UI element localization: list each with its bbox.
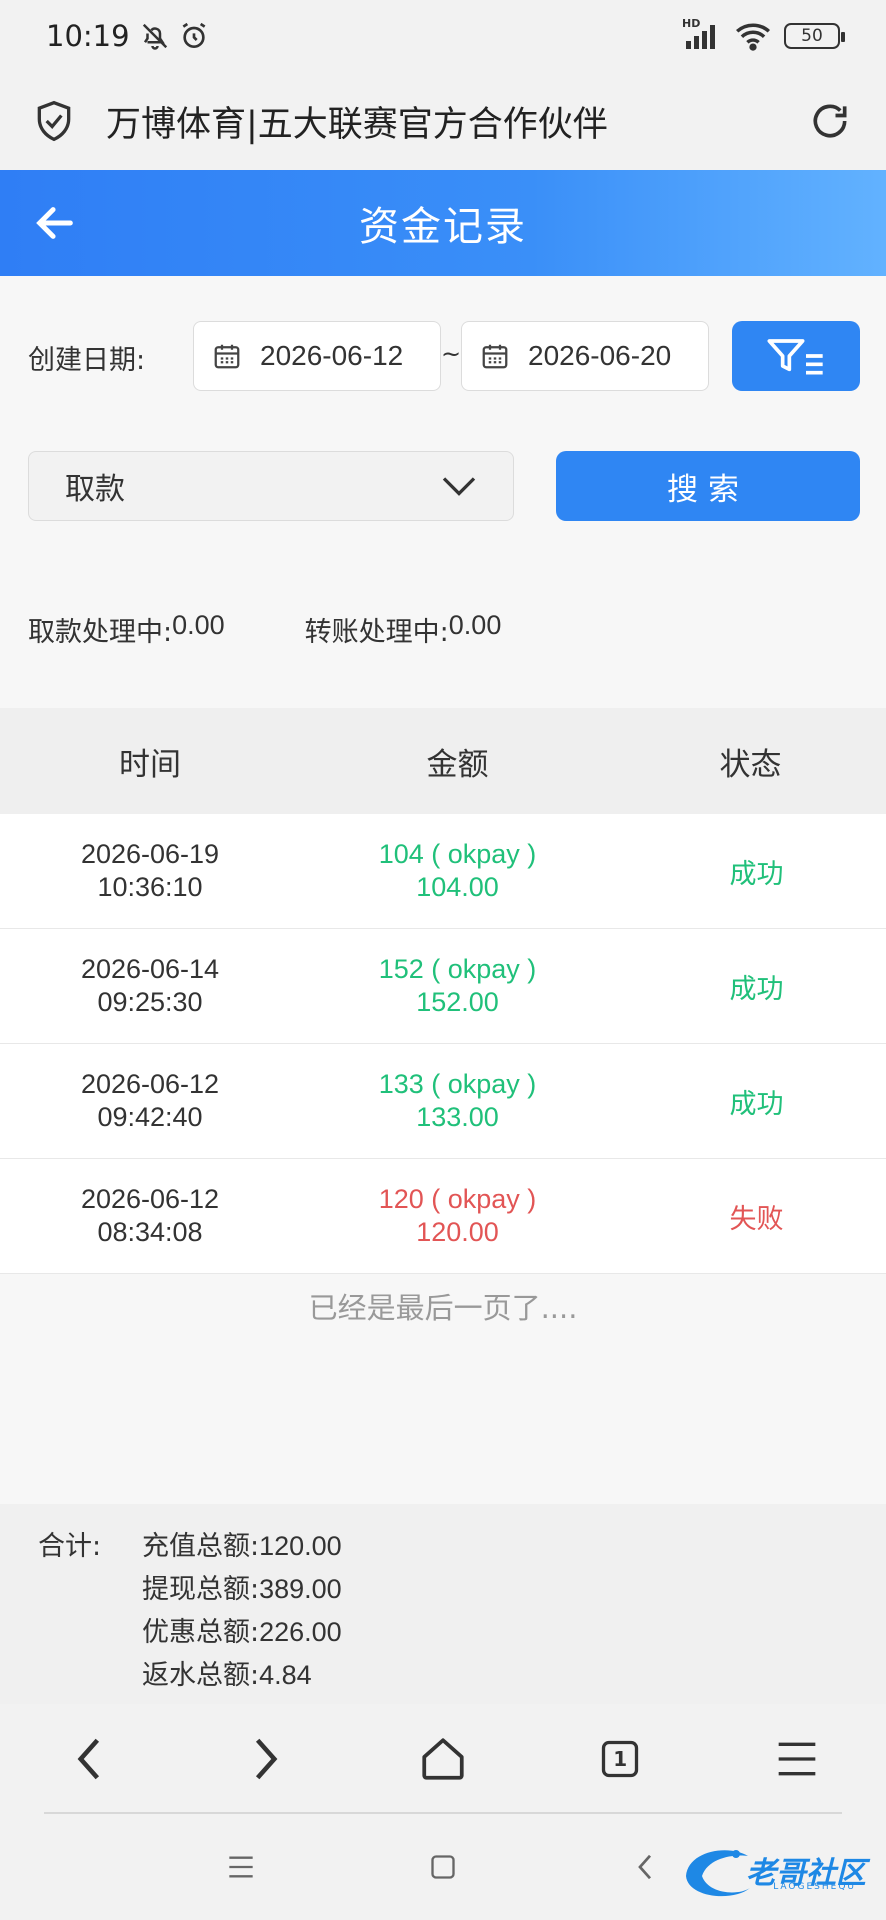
withdraw-total-label: 提现总额: <box>142 1574 260 1605</box>
row-date: 2026-06-19 <box>80 839 220 869</box>
table-row[interactable]: 2026-06-19 10:36:10 104 ( okpay ) 104.00… <box>0 814 886 929</box>
row-amount-channel: 120 ( okpay ) <box>378 1184 537 1214</box>
home-icon <box>422 1738 464 1780</box>
battery-indicator: 50 <box>784 23 845 49</box>
row-status: 成功 <box>729 858 784 890</box>
app-header: 资金记录 <box>0 170 886 276</box>
start-date-input[interactable]: 2026-06-12 <box>193 321 441 391</box>
end-date-input[interactable]: 2026-06-20 <box>461 321 709 391</box>
row-time: 09:42:40 <box>97 1102 203 1132</box>
search-button[interactable]: 搜索 <box>556 451 860 521</box>
table-header: 时间 金额 状态 <box>0 708 886 814</box>
bell-off-icon <box>142 23 167 50</box>
records-table: 时间 金额 状态 2026-06-19 10:36:10 104 ( okpay… <box>0 708 886 1338</box>
row-date: 2026-06-12 <box>80 1184 220 1214</box>
start-date-value: 2026-06-12 <box>260 340 404 371</box>
row-amount-value: 120.00 <box>416 1217 499 1247</box>
menu-icon <box>779 1742 816 1776</box>
end-of-list-message: 已经是最后一页了.... <box>0 1274 886 1338</box>
rebate-total-value: 4.84 <box>259 1660 312 1690</box>
chevron-right-icon <box>255 1738 278 1780</box>
end-date-value: 2026-06-20 <box>528 340 672 371</box>
page-url-title[interactable]: 万博体育|五大联赛官方合作伙伴 <box>106 96 806 147</box>
page-title: 资金记录 <box>359 204 527 250</box>
shield-check-icon[interactable] <box>32 99 76 143</box>
browser-address-bar: 万博体育|五大联赛官方合作伙伴 <box>0 72 886 170</box>
row-time: 08:34:08 <box>97 1217 203 1247</box>
status-time: 10:19 <box>46 19 130 53</box>
row-status: 失败 <box>729 1203 784 1235</box>
signal-icon: HD <box>682 17 722 51</box>
date-label: 创建日期: <box>28 345 146 376</box>
square-icon <box>431 1855 455 1879</box>
system-recent-button[interactable] <box>201 1827 281 1907</box>
status-bar: 10:19 HD 50 <box>0 0 886 72</box>
pending-withdraw-label: 取款处理中: <box>28 617 173 648</box>
pending-transfer-label: 转账处理中: <box>304 617 449 648</box>
column-header-amount: 金额 <box>426 746 489 783</box>
column-header-time: 时间 <box>119 746 181 783</box>
row-amount-value: 104.00 <box>416 872 499 902</box>
column-header-status: 状态 <box>719 746 782 783</box>
row-amount-channel: 133 ( okpay ) <box>378 1069 537 1099</box>
table-row[interactable]: 2026-06-12 08:34:08 120 ( okpay ) 120.00… <box>0 1159 886 1274</box>
filter-panel: 创建日期: 2026-06-12 ~ 2026-06-20 取款 搜索 取款处理… <box>0 276 886 708</box>
row-date: 2026-06-14 <box>80 954 220 984</box>
browser-tabs-button[interactable]: 1 <box>580 1719 660 1799</box>
tab-count: 1 <box>613 1747 628 1771</box>
calendar-icon <box>214 344 240 369</box>
recent-apps-icon <box>229 1856 253 1878</box>
reload-icon <box>813 104 847 138</box>
wifi-icon <box>736 23 770 51</box>
type-select-value: 取款 <box>65 472 125 507</box>
pending-withdraw-value: 0.00 <box>172 610 225 640</box>
reload-button[interactable] <box>806 97 854 145</box>
totals-label: 合计: <box>38 1531 102 1562</box>
discount-total-label: 优惠总额: <box>142 1617 260 1648</box>
date-separator: ~ <box>441 340 462 368</box>
watermark-subtext: LAOGESHEQU <box>773 1882 856 1892</box>
alarm-icon <box>182 22 205 48</box>
row-amount-channel: 104 ( okpay ) <box>378 839 537 869</box>
browser-forward-button[interactable] <box>226 1719 306 1799</box>
chevron-down-icon <box>442 477 476 496</box>
row-amount-value: 133.00 <box>416 1102 499 1132</box>
chevron-left-icon <box>638 1854 652 1880</box>
browser-bottom-nav: 1 <box>0 1704 886 1814</box>
pending-transfer-value: 0.00 <box>448 610 502 640</box>
row-amount-channel: 152 ( okpay ) <box>378 954 537 984</box>
pending-summary: 取款处理中: 0.00 转账处理中: 0.00 <box>28 610 501 649</box>
type-select[interactable]: 取款 <box>28 451 514 521</box>
browser-home-button[interactable] <box>403 1719 483 1799</box>
discount-total-value: 226.00 <box>259 1617 342 1647</box>
recharge-total-value: 120.00 <box>259 1531 342 1561</box>
row-amount-value: 152.00 <box>416 987 499 1017</box>
browser-menu-button[interactable] <box>757 1719 837 1799</box>
row-status: 成功 <box>729 1088 784 1120</box>
chevron-left-icon <box>77 1738 99 1780</box>
row-time: 09:25:30 <box>97 987 203 1017</box>
row-date: 2026-06-12 <box>80 1069 220 1099</box>
row-time: 10:36:10 <box>97 872 203 902</box>
back-button[interactable] <box>28 196 82 250</box>
rebate-total-label: 返水总额: <box>142 1660 260 1691</box>
system-home-button[interactable] <box>403 1827 483 1907</box>
network-type: HD <box>682 17 701 30</box>
filter-button[interactable] <box>732 321 860 391</box>
calendar-icon <box>482 344 508 369</box>
recharge-total-label: 充值总额: <box>142 1531 260 1562</box>
filter-icon <box>767 339 823 375</box>
arrow-left-icon <box>36 207 73 239</box>
browser-back-button[interactable] <box>49 1719 129 1799</box>
table-row[interactable]: 2026-06-12 09:42:40 133 ( okpay ) 133.00… <box>0 1044 886 1159</box>
totals-panel: 合计: 充值总额:120.00 提现总额:389.00 优惠总额:226.00 … <box>0 1504 886 1704</box>
system-back-button[interactable] <box>605 1827 685 1907</box>
row-status: 成功 <box>729 973 784 1005</box>
withdraw-total-value: 389.00 <box>259 1574 342 1604</box>
table-row[interactable]: 2026-06-14 09:25:30 152 ( okpay ) 152.00… <box>0 929 886 1044</box>
